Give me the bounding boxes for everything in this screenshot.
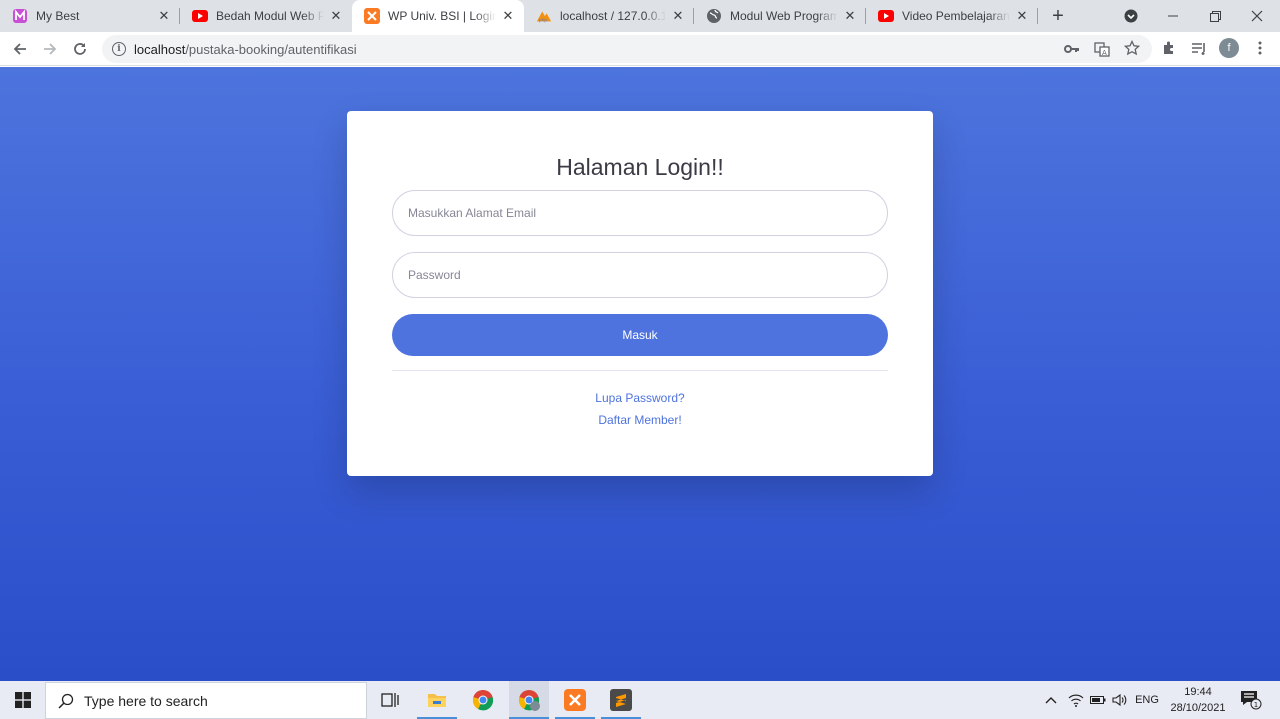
chrome-icon[interactable] [463, 681, 503, 719]
clock[interactable]: 19:44 28/10/2021 [1164, 684, 1232, 716]
show-hidden-icons-icon[interactable] [1043, 681, 1059, 719]
password-field[interactable] [392, 252, 888, 298]
tab-title: Modul Web Programming [730, 9, 838, 23]
close-icon[interactable]: ✕ [670, 8, 686, 24]
tab-strip: My Best ✕ Bedah Modul Web Programming ✕ … [0, 0, 1280, 32]
bookmark-star-icon[interactable] [1123, 40, 1141, 56]
xampp-icon [364, 8, 380, 24]
page-background: Halaman Login!! Masuk Lupa Password? Daf… [0, 67, 1280, 681]
tab-search-button[interactable] [1110, 0, 1152, 32]
search-placeholder: Type here to search [84, 692, 208, 709]
minimize-button[interactable] [1152, 0, 1194, 32]
close-icon[interactable]: ✕ [1014, 8, 1030, 24]
browser-toolbar: i localhost/pustaka-booking/autentifikas… [0, 32, 1280, 66]
chrome-profile-icon[interactable] [509, 681, 549, 719]
tab-title: localhost / 127.0.0.1 / pustaka [560, 9, 666, 23]
address-bar[interactable]: i localhost/pustaka-booking/autentifikas… [102, 35, 1152, 63]
key-icon[interactable] [1063, 41, 1081, 57]
email-field[interactable] [392, 190, 888, 236]
taskbar-search[interactable]: Type here to search [45, 682, 367, 719]
translate-icon[interactable]: A [1093, 41, 1111, 57]
tab-modul-web[interactable]: Modul Web Programming ✕ [694, 0, 866, 32]
divider [392, 370, 888, 371]
login-card: Halaman Login!! Masuk Lupa Password? Daf… [347, 111, 933, 476]
task-view-button[interactable] [370, 681, 410, 719]
close-icon[interactable]: ✕ [500, 8, 516, 24]
profile-avatar[interactable]: f [1219, 38, 1239, 58]
tab-video-pembelajaran[interactable]: Video Pembelajaran Web ✕ [866, 0, 1038, 32]
forward-button[interactable] [37, 36, 63, 62]
wifi-icon[interactable] [1067, 681, 1085, 719]
extensions-icon[interactable] [1159, 38, 1179, 58]
reading-list-icon[interactable] [1189, 38, 1209, 58]
tab-login-active[interactable]: WP Univ. BSI | Login ✕ [352, 0, 524, 32]
youtube-icon [192, 8, 208, 24]
page-title: Halaman Login!! [556, 154, 724, 180]
svg-text:A: A [1102, 49, 1107, 57]
tab-phpmyadmin[interactable]: php localhost / 127.0.0.1 / pustaka ✕ [524, 0, 694, 32]
sublime-text-icon[interactable] [601, 681, 641, 719]
globe-icon [706, 8, 722, 24]
search-icon [58, 693, 74, 709]
close-icon[interactable]: ✕ [328, 8, 344, 24]
forgot-password-link[interactable]: Lupa Password? [347, 391, 933, 405]
tab-title: WP Univ. BSI | Login [388, 9, 496, 23]
clock-date: 28/10/2021 [1170, 702, 1226, 714]
restore-button[interactable] [1194, 0, 1236, 32]
tab-title: My Best [36, 9, 80, 23]
tab-my-best[interactable]: My Best ✕ [0, 0, 180, 32]
reload-button[interactable] [67, 36, 93, 62]
new-tab-button[interactable]: + [1046, 4, 1070, 28]
xampp-icon[interactable] [555, 681, 595, 719]
close-icon[interactable]: ✕ [156, 8, 172, 24]
volume-icon[interactable] [1111, 681, 1129, 719]
tab-title: Video Pembelajaran Web [902, 9, 1010, 23]
address-path: /pustaka-booking/autentifikasi [185, 41, 357, 57]
file-explorer-icon[interactable] [417, 681, 457, 719]
clock-time: 19:44 [1184, 686, 1212, 698]
menu-kebab-icon[interactable] [1250, 38, 1270, 58]
notification-center-icon[interactable]: 1 [1238, 681, 1264, 719]
tab-title: Bedah Modul Web Programming [216, 9, 324, 23]
my-best-icon [12, 8, 28, 24]
close-window-button[interactable] [1236, 0, 1278, 32]
language-indicator[interactable]: ENG [1133, 681, 1161, 719]
notification-count: 1 [1254, 701, 1258, 709]
windows-icon [14, 692, 31, 708]
back-button[interactable] [7, 36, 33, 62]
svg-text:php: php [539, 17, 548, 23]
start-button[interactable] [0, 681, 45, 719]
login-button[interactable]: Masuk [392, 314, 888, 356]
youtube-icon [878, 8, 894, 24]
register-link[interactable]: Daftar Member! [347, 413, 933, 427]
site-info-icon[interactable]: i [112, 42, 126, 56]
phpmyadmin-icon: php [536, 8, 552, 24]
address-host: localhost [134, 41, 186, 57]
tab-bedah-modul[interactable]: Bedah Modul Web Programming ✕ [180, 0, 352, 32]
close-icon[interactable]: ✕ [842, 8, 858, 24]
battery-icon[interactable] [1089, 681, 1107, 719]
taskbar: Type here to search ENG 19:44 28/10/2021… [0, 681, 1280, 719]
